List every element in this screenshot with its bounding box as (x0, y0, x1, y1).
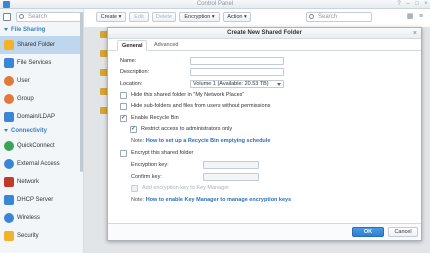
sidebar-item-quickconnect[interactable]: QuickConnect (0, 137, 83, 155)
sidebar-item-security[interactable]: Security (0, 227, 83, 245)
action-button[interactable]: Action ▾ (223, 12, 251, 22)
encryption-key-label: Encryption key: (131, 162, 169, 168)
enable-recycle-bin-label: Enable Recycle Bin (131, 115, 179, 121)
sidebar-item-user[interactable]: User (0, 72, 83, 90)
description-field[interactable] (190, 68, 284, 76)
sidebar-item-external-access[interactable]: External Access (0, 155, 83, 173)
network-icon (4, 177, 14, 187)
restrict-admin-checkbox[interactable]: ✓ (130, 126, 137, 133)
description-label: Description: (120, 69, 150, 75)
dhcp-icon (4, 195, 14, 205)
grid-view-icon[interactable]: ▦ (406, 13, 414, 21)
maximize-icon[interactable]: □ (414, 1, 420, 7)
delete-button[interactable]: Delete (152, 12, 176, 22)
confirm-key-label: Confirm key: (131, 174, 162, 180)
window-title: Control Panel (196, 1, 234, 7)
encrypt-folder-checkbox[interactable] (120, 150, 127, 157)
section-connectivity[interactable]: Connectivity (0, 126, 83, 137)
minimize-icon[interactable]: – (405, 1, 411, 7)
hide-subfolders-checkbox[interactable] (120, 103, 127, 110)
user-icon (4, 76, 14, 86)
toolbar-search-input[interactable]: Search (306, 12, 372, 22)
create-button[interactable]: Create ▾ (96, 12, 126, 22)
dialog-footer: OK Cancel (108, 223, 421, 240)
sidebar-item-dhcp-server[interactable]: DHCP Server (0, 191, 83, 209)
dialog-title-bar: Create New Shared Folder × (108, 28, 421, 39)
hide-network-places-checkbox[interactable] (120, 92, 127, 99)
group-icon (4, 94, 14, 104)
sidebar-item-group[interactable]: Group (0, 90, 83, 108)
tab-advanced[interactable]: Advanced (150, 40, 182, 51)
control-panel-window: Control Panel ? – □ × Search File Sharin… (0, 0, 430, 253)
close-icon[interactable]: × (423, 1, 429, 7)
hide-subfolders-label: Hide sub-folders and files from users wi… (131, 103, 271, 109)
list-view-icon[interactable]: ≡ (417, 13, 425, 21)
location-select[interactable]: Volume 1 (Available: 20.53 TB) (190, 80, 284, 88)
search-icon (19, 14, 24, 19)
sidebar-item-wireless[interactable]: Wireless (0, 209, 83, 227)
name-label: Name: (120, 58, 137, 64)
sidebar-item-shared-folder[interactable]: Shared Folder (0, 36, 83, 54)
domain-icon (4, 112, 14, 122)
sidebar-scrollbar[interactable] (80, 12, 83, 172)
dialog-close-icon[interactable]: × (413, 28, 417, 39)
chevron-down-icon (4, 27, 8, 31)
chevron-down-icon (277, 83, 281, 86)
sidebar: Search File Sharing Shared Folder File S… (0, 9, 84, 253)
hide-network-places-label: Hide this shared folder in "My Network P… (131, 92, 245, 98)
dialog-title: Create New Shared Folder (227, 30, 302, 36)
chevron-down-icon (4, 128, 8, 132)
tab-general[interactable]: General (117, 40, 148, 51)
sidebar-item-file-services[interactable]: File Services (0, 54, 83, 72)
sidebar-item-network[interactable]: Network (0, 173, 83, 191)
edit-button[interactable]: Edit (129, 12, 149, 22)
restrict-admin-label: Restrict access to administrators only (141, 126, 233, 132)
dialog-tabs: General Advanced (108, 39, 421, 51)
wireless-icon (4, 213, 14, 223)
help-icon[interactable]: ? (396, 1, 402, 7)
recycle-bin-note: Note: How to set up a Recycle Bin emptyi… (131, 138, 271, 144)
security-icon (4, 231, 14, 241)
name-field[interactable] (190, 57, 284, 65)
create-shared-folder-dialog: Create New Shared Folder × General Advan… (107, 27, 422, 241)
location-label: Location: (120, 81, 143, 87)
add-key-manager-label: Add encryption key to Key Manager (142, 185, 230, 191)
search-icon (309, 14, 314, 19)
toolbar: Create ▾ Edit Delete Encryption ▾ Action… (84, 9, 430, 25)
sidebar-item-domain-ldap[interactable]: Domain/LDAP (0, 108, 83, 126)
cancel-button[interactable]: Cancel (388, 227, 418, 237)
titlebar: Control Panel ? – □ × (0, 0, 430, 9)
external-access-icon (4, 159, 14, 169)
section-file-sharing[interactable]: File Sharing (0, 25, 83, 36)
enable-recycle-bin-checkbox[interactable]: ✓ (120, 115, 127, 122)
recycle-bin-schedule-link[interactable]: How to set up a Recycle Bin emptying sch… (146, 138, 271, 144)
ok-button[interactable]: OK (352, 227, 384, 237)
confirm-key-field[interactable] (203, 173, 259, 181)
add-key-manager-checkbox[interactable] (131, 185, 138, 192)
home-icon[interactable] (3, 13, 11, 21)
shared-folder-icon (4, 40, 14, 50)
encryption-button[interactable]: Encryption ▾ (179, 12, 220, 22)
key-manager-note: Note: How to enable Key Manager to manag… (131, 197, 292, 203)
encryption-key-field[interactable] (203, 161, 259, 169)
sidebar-search-input[interactable]: Search (16, 12, 81, 22)
file-services-icon (4, 58, 14, 68)
key-manager-link[interactable]: How to enable Key Manager to manage encr… (146, 197, 291, 203)
quickconnect-icon (4, 141, 14, 151)
encrypt-folder-label: Encrypt this shared folder (131, 150, 194, 156)
